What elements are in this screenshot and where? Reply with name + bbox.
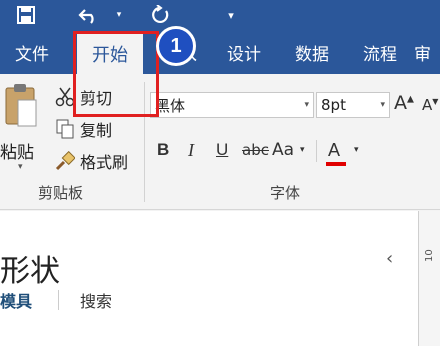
shapes-panel [0,211,440,346]
paste-button[interactable]: 粘贴 ▾ [0,82,50,192]
undo-dropdown-arrow[interactable]: ▾ [112,0,126,30]
ribbon-home-content: 粘贴 ▾ 剪切 复制 格式刷 剪贴板 黑体 ▾ 8pt ▾ A▲ A▼ B I … [0,74,440,210]
grow-font-label: A [394,92,407,114]
strikethrough-button[interactable]: abc [242,136,269,164]
format-painter-button[interactable]: 格式刷 [54,148,128,174]
undo-button[interactable] [76,0,102,30]
font-name-combobox[interactable]: 黑体 ▾ [150,92,314,118]
save-icon [17,6,35,24]
tab-process[interactable]: 流程 [350,30,410,74]
font-size-value: 8pt [321,96,346,114]
grow-font-button[interactable]: A▲ [394,92,414,114]
shrink-font-button[interactable]: A▼ [422,96,438,114]
font-size-combobox[interactable]: 8pt ▾ [316,92,390,118]
paste-label: 粘贴 [0,143,34,163]
tab-search[interactable]: 搜索 [80,288,112,312]
tab-file[interactable]: 文件 [2,30,62,74]
font-name-value: 黑体 [155,96,186,115]
step-badge: 1 [156,26,196,66]
collapse-panel-button[interactable]: ‹ [386,248,393,269]
undo-icon [78,9,94,24]
ruler-label: 10 [424,249,435,262]
paste-dropdown-arrow[interactable]: ▾ [18,162,23,172]
chevron-down-icon[interactable]: ▾ [304,100,309,110]
divider [316,140,317,162]
format-painter-label: 格式刷 [80,153,129,172]
change-case-button[interactable]: Aa [272,136,294,164]
tab-design[interactable]: 设计 [214,30,274,74]
tab-stencils[interactable]: 模具 [0,288,32,312]
tab-data[interactable]: 数据 [282,30,342,74]
italic-button[interactable]: I [188,136,194,164]
divider [58,290,59,310]
shapes-panel-title: 形状 [0,254,60,289]
paste-icon [5,84,37,127]
chevron-down-icon[interactable]: ▾ [300,136,305,164]
underline-button[interactable]: U [216,136,228,164]
redo-icon [152,5,169,23]
chevron-down-icon[interactable]: ▾ [354,136,359,164]
quick-access-toolbar: ▾ ▾ [0,0,440,30]
save-button[interactable] [14,0,38,30]
clipboard-group-label: 剪贴板 [38,184,84,202]
vertical-ruler [418,211,440,346]
format-painter-icon [54,150,76,172]
copy-button[interactable]: 复制 [54,116,112,142]
ribbon-tab-bar: 文件 开始 插入 设计 数据 流程 审 [0,30,440,74]
highlight-box [73,31,159,117]
font-color-swatch [326,162,346,166]
tab-review[interactable]: 审 [414,30,440,74]
font-group-label: 字体 [270,184,301,202]
chevron-down-icon[interactable]: ▾ [380,100,385,110]
customize-qat-button[interactable]: ▾ [224,0,238,30]
copy-label: 复制 [80,121,113,140]
copy-icon [54,118,76,140]
font-color-button[interactable]: A [328,136,340,164]
shrink-font-label: A [422,96,433,114]
redo-button[interactable] [148,0,174,30]
bold-button[interactable]: B [157,136,169,164]
